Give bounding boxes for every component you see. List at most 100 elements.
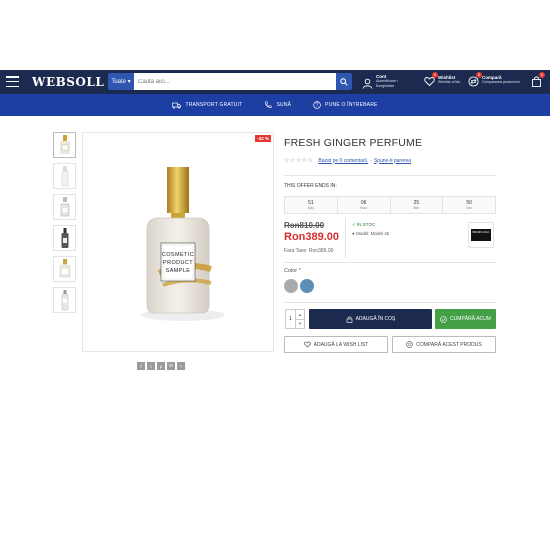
compare-link[interactable]: 0 Compară Compararea produselor	[468, 72, 520, 87]
color-label: Color *	[284, 268, 301, 274]
add-to-cart-label: ADAUGĂ ÎN COŞ	[355, 316, 396, 322]
sub-navigation: TRANSPORT GRATUIT SUNĂ ? PUNE O ÎNTREBAR…	[0, 94, 550, 116]
brand-logo-text: BRAND LOGO	[471, 229, 491, 241]
search-button[interactable]	[336, 73, 352, 90]
divider	[284, 302, 496, 303]
compare-icon: 0	[468, 72, 482, 87]
offer-label: THIS OFFER ENDS IN:	[284, 183, 337, 189]
bag-icon: 0	[531, 72, 545, 87]
countdown-hours: 06 Hour	[337, 197, 391, 213]
svg-text:?: ?	[316, 103, 319, 109]
color-swatch-gray[interactable]	[284, 279, 298, 293]
quantity-down-icon[interactable]: ▼	[296, 320, 304, 329]
discount-badge: -32 %	[255, 135, 271, 142]
write-review-link[interactable]: Spune-ti parerea	[374, 158, 411, 164]
account-subtitle-2: Înregistrare	[376, 84, 395, 88]
product-page: WEBSOLL Toate ▾ Cont Autentificare / Înr…	[0, 0, 550, 550]
thumbnail-image[interactable]	[53, 163, 76, 189]
subnav-call[interactable]: SUNĂ	[264, 101, 291, 109]
subnav-label: SUNĂ	[276, 102, 292, 108]
rating-stars: ☆☆☆☆☆	[284, 158, 314, 164]
subnav-ask-question[interactable]: ? PUNE O ÎNTREBARE	[313, 101, 377, 109]
color-label-text: Color	[284, 268, 298, 274]
twitter-icon[interactable]: t	[147, 362, 155, 370]
color-swatch-blue[interactable]	[300, 279, 314, 293]
facebook-icon[interactable]: f	[137, 362, 145, 370]
label-line: PRODUCT	[163, 260, 193, 266]
search-input[interactable]	[134, 73, 336, 90]
wishlist-count: 0	[432, 72, 438, 78]
email-icon[interactable]: ✉	[167, 362, 175, 370]
old-price: Ron810.00	[284, 221, 325, 230]
countdown-days: 51 Day	[285, 197, 338, 213]
subnav-free-shipping[interactable]: TRANSPORT GRATUIT	[172, 102, 242, 109]
wishlist-link[interactable]: 0 Wishlist Wishlist-ul tău	[424, 72, 461, 87]
truck-icon	[172, 102, 182, 109]
thumbnail-image[interactable]	[53, 194, 76, 220]
perfume-bottle-image: COSMETIC PRODUCT SAMPLE	[141, 167, 225, 321]
heart-icon: 0	[424, 72, 438, 87]
check-circle-icon	[440, 315, 447, 323]
thumbnail-image[interactable]	[53, 132, 76, 158]
phone-icon	[265, 101, 272, 108]
thumbnail-image[interactable]	[53, 287, 76, 313]
label-line: SAMPLE	[166, 268, 191, 274]
add-to-wishlist-label: ADAUGĂ LA WISH LIST	[313, 341, 369, 348]
brand-logo[interactable]: BRAND LOGO	[468, 222, 494, 248]
account-link[interactable]: Cont Autentificare / Înregistrare	[362, 74, 398, 89]
quantity-up-icon[interactable]: ▲	[295, 310, 304, 320]
compare-product-button[interactable]: COMPARĂ ACEST PRODUS	[392, 336, 496, 353]
quantity-stepper[interactable]: 1 ▲ ▼	[285, 309, 305, 329]
more-share-icon[interactable]: +	[177, 362, 185, 370]
top-header: WEBSOLL Toate ▾ Cont Autentificare / Înr…	[0, 70, 550, 94]
thumbnail-image[interactable]	[53, 225, 76, 251]
site-logo[interactable]: WEBSOLL	[32, 75, 104, 89]
thumbnail-list	[53, 132, 76, 318]
countdown-seconds: 50 Sec	[443, 197, 495, 213]
compare-count: 0	[476, 72, 482, 78]
search-bar: Toate ▾	[108, 73, 352, 90]
menu-icon[interactable]	[6, 76, 19, 87]
divider	[284, 262, 496, 263]
countdown-unit: Sec	[466, 206, 473, 210]
required-marker: *	[298, 268, 301, 274]
subnav-label: PUNE O ÎNTREBARE	[325, 102, 378, 108]
product-title: FRESH GINGER PERFUME	[284, 137, 423, 149]
user-icon	[362, 76, 373, 89]
pinterest-icon[interactable]: p	[157, 362, 165, 370]
wishlist-subtitle: Wishlist-ul tău	[438, 79, 461, 84]
cart-count: 0	[539, 72, 545, 78]
reviews-link[interactable]: Bazat pe 0 comentarii.	[318, 158, 368, 164]
buy-now-button[interactable]: CUMPĂRĂ ACUM	[435, 309, 496, 329]
quantity-value[interactable]: 1	[286, 310, 295, 328]
question-icon: ?	[313, 101, 321, 109]
buy-now-label: CUMPĂRĂ ACUM	[450, 316, 491, 322]
add-to-cart-button[interactable]: ADAUGĂ ÎN COŞ	[309, 309, 432, 329]
price-without-tax: Fara Taxe: Ron389.00	[284, 248, 334, 254]
rating-separator: -	[370, 157, 372, 164]
divider	[345, 218, 346, 258]
compare-product-label: COMPARĂ ACEST PRODUS	[416, 341, 482, 348]
compare-icon	[406, 341, 414, 348]
new-price: Ron389.00	[284, 231, 340, 243]
search-icon	[340, 77, 348, 86]
add-to-wishlist-button[interactable]: ADAUGĂ LA WISH LIST	[284, 336, 388, 353]
share-icons: f t p ✉ +	[137, 362, 187, 370]
main-product-image[interactable]: -32 % COSMETIC PRODUCT SAMPLE	[82, 132, 274, 352]
countdown-unit: Day	[307, 206, 314, 210]
countdown-unit: Min	[413, 206, 420, 210]
divider	[284, 175, 496, 176]
search-category-label: Toate	[111, 78, 126, 85]
cart-link[interactable]: 0	[531, 72, 545, 87]
rating-row: ☆☆☆☆☆ Bazat pe 0 comentarii. - Spune-ti …	[284, 157, 413, 165]
search-category-dropdown[interactable]: Toate ▾	[108, 73, 134, 90]
product-model: ● Model: Model 4£	[352, 231, 390, 236]
countdown-timer: 51 Day 06 Hour 25 Min 50 Sec	[284, 196, 496, 214]
countdown-unit: Hour	[359, 206, 368, 210]
compare-subtitle: Compararea produselor	[482, 79, 520, 84]
label-line: COSMETIC	[162, 252, 194, 258]
countdown-minutes: 25 Min	[390, 197, 444, 213]
lock-icon	[346, 316, 352, 323]
thumbnail-image[interactable]	[53, 256, 76, 282]
subnav-label: TRANSPORT GRATUIT	[185, 102, 243, 108]
